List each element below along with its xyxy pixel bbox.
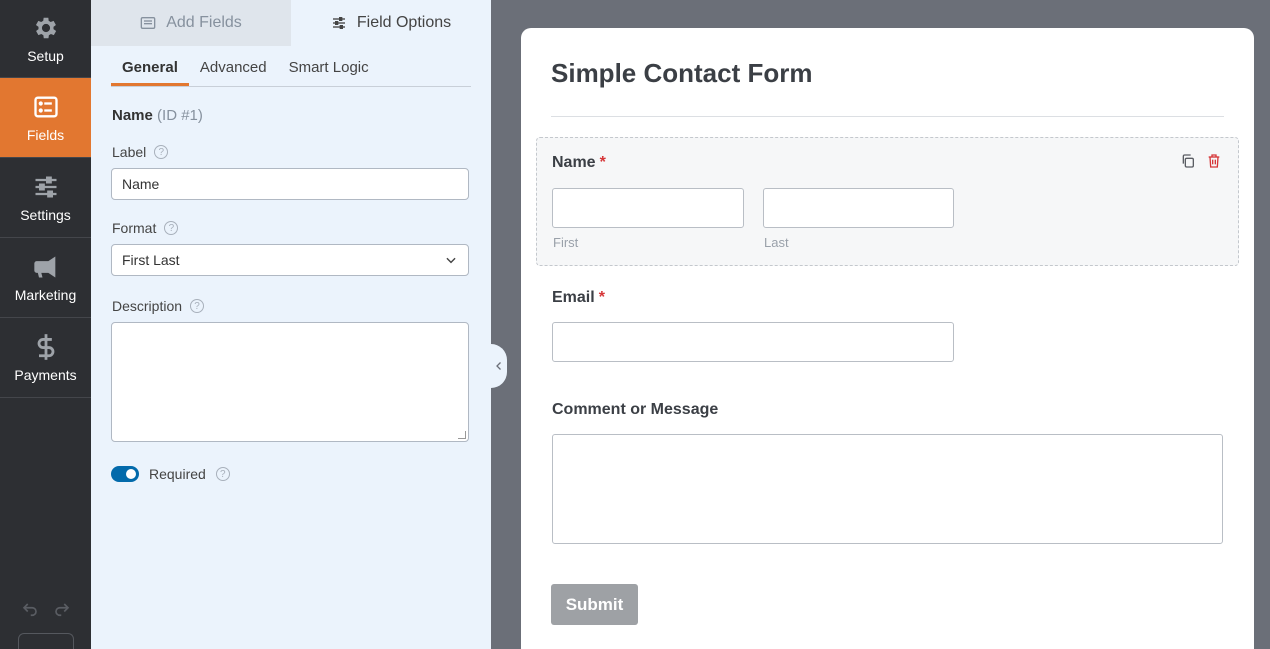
tab-field-options-label: Field Options: [356, 14, 452, 31]
help-button[interactable]: [17, 633, 74, 649]
form-preview: Simple Contact Form Name * First Last Ema…: [521, 28, 1254, 649]
nav-item-settings[interactable]: Settings: [0, 158, 91, 238]
label-caption-row: Label ?: [112, 144, 491, 160]
last-name-input[interactable]: [763, 188, 954, 228]
field-options-icon: [332, 17, 345, 29]
required-row: Required ?: [111, 466, 491, 482]
first-sublabel: First: [553, 235, 579, 250]
name-field-label-text: Name: [552, 154, 596, 171]
required-caption: Required: [149, 466, 206, 482]
label-caption: Label: [112, 144, 147, 160]
nav-label-setup: Setup: [27, 47, 64, 64]
help-circle-icon[interactable]: ?: [164, 221, 179, 235]
redo-icon[interactable]: [53, 601, 71, 619]
required-asterisk: *: [598, 289, 605, 306]
field-options-panel: Add Fields Field Options General Advance…: [91, 0, 491, 649]
tab-add-fields[interactable]: Add Fields: [91, 0, 291, 46]
subtab-smart-logic[interactable]: Smart Logic: [278, 59, 380, 86]
dollar-icon: [37, 333, 54, 360]
required-toggle[interactable]: [111, 466, 139, 482]
email-field-label-text: Email: [552, 289, 595, 306]
left-nav: Setup Fields Settings Marketing Payments: [0, 0, 91, 649]
first-name-input[interactable]: [552, 188, 744, 228]
format-caption-row: Format ?: [112, 220, 491, 236]
format-select-value: First Last: [122, 252, 180, 268]
help-circle-icon[interactable]: ?: [190, 299, 205, 313]
duplicate-icon[interactable]: [1180, 153, 1196, 169]
subtab-general[interactable]: General: [111, 59, 189, 86]
comment-field-label: Comment or Message: [552, 401, 719, 418]
nav-label-settings: Settings: [20, 206, 71, 223]
nav-item-payments[interactable]: Payments: [0, 318, 91, 398]
panel-tabs: Add Fields Field Options: [91, 0, 491, 46]
nav-bottom: [0, 601, 91, 649]
last-sublabel: Last: [764, 235, 789, 250]
selected-field-heading: Name (ID #1): [112, 107, 491, 124]
comment-textarea[interactable]: [552, 434, 1223, 544]
undo-redo-group: [0, 601, 91, 619]
nav-item-setup[interactable]: Setup: [0, 0, 91, 78]
fields-list-icon: [33, 96, 58, 117]
form-title: Simple Contact Form: [551, 58, 813, 88]
sliders-icon: [35, 176, 56, 197]
help-circle-icon[interactable]: ?: [215, 467, 230, 481]
tab-field-options[interactable]: Field Options: [291, 0, 491, 46]
gear-icon: [35, 17, 56, 38]
megaphone-icon: [33, 256, 55, 277]
format-caption: Format: [112, 220, 157, 236]
description-caption: Description: [112, 298, 183, 314]
add-fields-icon: [140, 17, 156, 29]
label-input-value: Name: [122, 176, 160, 192]
format-select[interactable]: First Last: [111, 244, 469, 276]
field-actions: [1180, 153, 1222, 169]
nav-item-fields[interactable]: Fields: [0, 78, 91, 158]
nav-label-marketing: Marketing: [14, 286, 77, 303]
collapse-panel-handle[interactable]: [491, 344, 507, 388]
subtab-advanced[interactable]: Advanced: [189, 59, 278, 86]
nav-label-payments: Payments: [14, 366, 77, 383]
sub-tabs: General Advanced Smart Logic: [111, 46, 471, 87]
help-circle-icon[interactable]: ?: [154, 145, 169, 159]
description-textarea[interactable]: [111, 322, 469, 442]
email-field-label: Email *: [552, 289, 605, 307]
resize-grip-icon[interactable]: [458, 431, 466, 439]
chevron-down-icon: [446, 257, 456, 264]
label-input[interactable]: Name: [111, 168, 469, 200]
email-input[interactable]: [552, 322, 954, 362]
nav-label-fields: Fields: [26, 126, 65, 143]
tab-add-fields-label: Add Fields: [166, 14, 242, 31]
name-field-label: Name *: [552, 154, 606, 172]
selected-field-name: Name: [112, 107, 153, 124]
nav-item-marketing[interactable]: Marketing: [0, 238, 91, 318]
required-asterisk: *: [599, 154, 606, 171]
name-field-block[interactable]: Name * First Last: [536, 137, 1239, 266]
undo-icon[interactable]: [21, 601, 39, 619]
trash-icon[interactable]: [1206, 153, 1222, 169]
title-divider: [551, 116, 1224, 117]
submit-button[interactable]: Submit: [551, 584, 638, 625]
selected-field-id: (ID #1): [157, 107, 203, 124]
description-caption-row: Description ?: [112, 298, 491, 314]
chevron-left-icon: [496, 362, 501, 370]
